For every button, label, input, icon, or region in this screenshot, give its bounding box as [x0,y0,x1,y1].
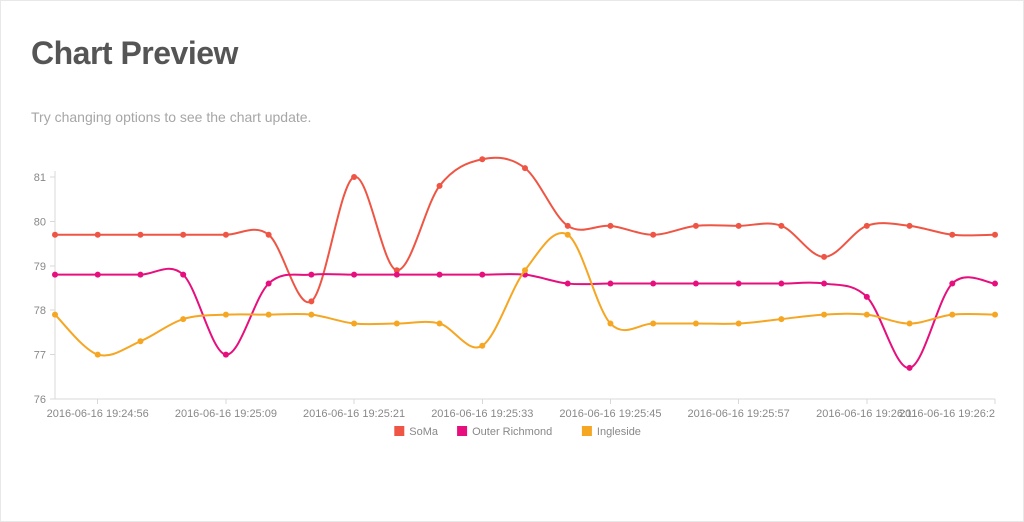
x-tick-label: 2016-06-16 19:25:57 [688,408,790,420]
data-point [266,281,272,287]
data-point [137,232,143,238]
data-point [308,298,314,304]
data-point [437,321,443,327]
data-point [992,312,998,318]
data-point [821,281,827,287]
data-point [821,254,827,260]
data-point [864,223,870,229]
data-point [864,294,870,300]
data-point [223,312,229,318]
data-point [180,316,186,322]
data-point [565,232,571,238]
chart-card: Chart Preview Try changing options to se… [0,0,1024,522]
data-point [650,321,656,327]
data-point [693,321,699,327]
data-point [394,272,400,278]
data-point [693,223,699,229]
data-point [607,321,613,327]
data-point [864,312,870,318]
data-point [607,281,613,287]
data-point [223,232,229,238]
y-tick-label: 77 [34,350,46,362]
data-point [992,232,998,238]
data-point [437,272,443,278]
data-point [565,223,571,229]
data-point [992,281,998,287]
data-point [949,312,955,318]
data-point [351,321,357,327]
data-point [437,183,443,189]
data-point [180,272,186,278]
data-point [736,321,742,327]
data-point [907,223,913,229]
data-point [522,165,528,171]
data-point [266,232,272,238]
data-point [693,281,699,287]
data-point [137,272,143,278]
y-tick-label: 79 [34,261,46,273]
data-point [778,281,784,287]
data-point [266,312,272,318]
data-point [223,352,229,358]
data-point [95,352,101,358]
data-point [479,272,485,278]
data-point [949,281,955,287]
data-point [351,174,357,180]
data-point [565,281,571,287]
y-tick-label: 80 [34,216,46,228]
data-point [736,281,742,287]
data-point [351,272,357,278]
y-tick-label: 76 [34,394,46,406]
data-point [95,232,101,238]
legend-label: Outer Richmond [472,426,552,438]
data-point [821,312,827,318]
chart-plot: 76 77 78 79 80 81 2016-06-16 19:24:56 2016-06-1… [1,1,1024,522]
data-point [907,365,913,371]
data-point [52,312,58,318]
y-tick-label: 78 [34,305,46,317]
x-tick-label: 2016-06-16 19:25:45 [559,408,661,420]
data-point [778,223,784,229]
x-tick-label: 2016-06-16 19:25:09 [175,408,277,420]
data-point [95,272,101,278]
x-tick-label: 2016-06-16 19:26:2 [899,408,995,420]
data-point [479,343,485,349]
data-point [949,232,955,238]
legend-label: SoMa [409,426,439,438]
data-point [736,223,742,229]
x-tick-label: 2016-06-16 19:24:56 [47,408,149,420]
data-point [137,338,143,344]
series-line [55,269,995,368]
data-point [522,267,528,273]
series-line [55,158,995,303]
data-point [180,232,186,238]
data-point [308,272,314,278]
data-point [607,223,613,229]
series-line [55,233,995,356]
legend-swatch [457,426,467,436]
data-point [308,312,314,318]
data-point [52,272,58,278]
data-point [394,321,400,327]
data-point [650,232,656,238]
data-point [52,232,58,238]
data-point [907,321,913,327]
y-tick-label: 81 [34,172,46,184]
x-tick-label: 2016-06-16 19:25:33 [431,408,533,420]
x-tick-label: 2016-06-16 19:25:21 [303,408,405,420]
legend-swatch [394,426,404,436]
data-point [650,281,656,287]
data-point [479,156,485,162]
legend-label: Ingleside [597,426,641,438]
legend-swatch [582,426,592,436]
data-point [778,316,784,322]
